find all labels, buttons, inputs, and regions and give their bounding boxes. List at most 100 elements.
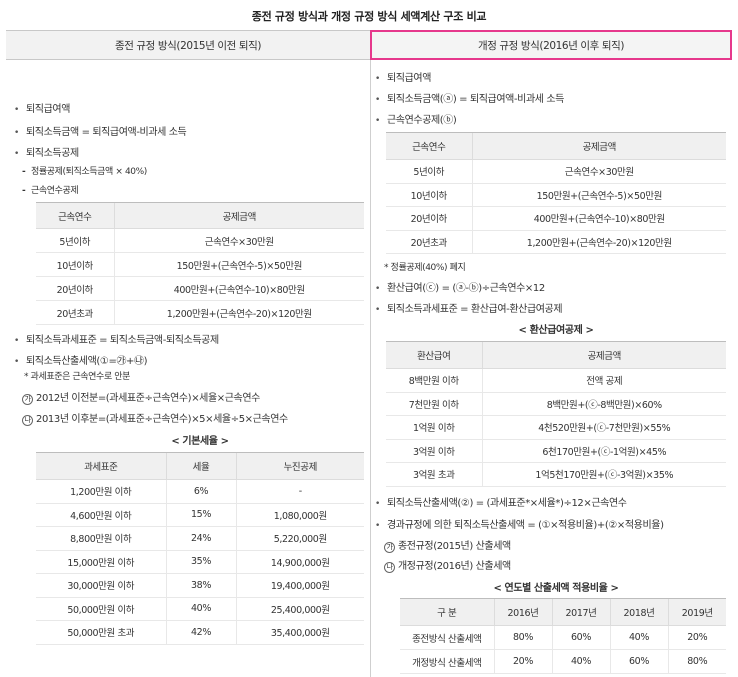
- legacy-item-post-2013: 나 2013년 이후분=(과세표준÷근속연수)×5×세율÷5×근속연수: [22, 410, 288, 426]
- table-row: 8,800만원 이하 24% 5,220,000원: [36, 526, 364, 551]
- table-row: 7천만원 이하 8백만원+(ⓒ-8백만원)×60%: [386, 392, 726, 416]
- table-header: 2018년: [609, 598, 668, 626]
- table-cell: 40%: [165, 597, 236, 621]
- table-header: 공제금액: [481, 341, 726, 369]
- table-row: 개정방식 산출세액 20% 40% 60% 80%: [400, 649, 726, 674]
- table-header: 2016년: [493, 598, 552, 626]
- table-row: 30,000만원 이하 38% 19,400,000원: [36, 573, 364, 598]
- table-cell: 25,400,000원: [235, 597, 364, 621]
- table-cell: 15%: [165, 503, 236, 527]
- table-cell: 19,400,000원: [235, 573, 364, 598]
- circled-na-mark: 나: [384, 562, 395, 573]
- table-cell: 80%: [667, 649, 726, 674]
- table-cell: 40%: [609, 625, 668, 650]
- table-cell: 1,200만원 이하: [36, 479, 166, 504]
- table-cell: 1,200만원+(근속연수-20)×120만원: [113, 300, 364, 325]
- table-cell: 5년이하: [36, 228, 114, 253]
- legacy-item-tax-base: 퇴직소득과세표준 = 퇴직소득금액-퇴직소득공제: [14, 331, 219, 346]
- table-cell: 5년이하: [386, 159, 472, 184]
- table-cell: 35%: [165, 550, 236, 574]
- table-cell: 20년이하: [36, 276, 114, 301]
- table-cell: 6%: [165, 479, 236, 504]
- revised-column-header: 개정 규정 방식(2016년 이후 퇴직): [370, 30, 732, 60]
- table-row: 종전방식 산출세액 80% 60% 40% 20%: [400, 625, 726, 650]
- table-cell: 30,000만원 이하: [36, 573, 166, 598]
- revised-item-service-deduction: 근속연수공제(ⓑ): [375, 111, 457, 126]
- table-row: 5년이하 근속연수×30만원: [386, 159, 726, 184]
- table-cell: 20년이하: [386, 206, 472, 231]
- page-title: 종전 규정 방식과 개정 규정 방식 세액계산 구조 비교: [251, 10, 487, 23]
- table-row: 20년이하 400만원+(근속연수-10)×80만원: [36, 276, 364, 301]
- table-cell: 15,000만원 이하: [36, 550, 166, 574]
- table-cell: 1억원 이하: [386, 415, 482, 440]
- converted-deduction-caption: < 환산급여공제 >: [518, 325, 594, 336]
- legacy-column: 종전 규정 방식(2015년 이전 퇴직): [6, 30, 370, 60]
- table-cell: 근속연수×30만원: [471, 159, 726, 184]
- revised-item-calculated-tax: 퇴직소득산출세액(②) = (과세표준*×세율*)÷12×근속연수: [375, 494, 627, 509]
- legacy-pre-2012-text: 2012년 이전분=(과세표준÷근속연수)×세율×근속연수: [36, 393, 260, 404]
- revised-note-flat-rate: * 정률공제(40%) 폐지: [384, 263, 466, 273]
- table-cell: 60%: [551, 625, 610, 650]
- table-cell: -: [235, 479, 364, 504]
- table-row: 20년초과 1,200만원+(근속연수-20)×120만원: [36, 300, 364, 325]
- circled-ga-mark: 가: [384, 542, 395, 553]
- legacy-post-2013-text: 2013년 이후분=(과세표준÷근속연수)×5×세율÷5×근속연수: [36, 414, 288, 425]
- table-cell: 20년초과: [386, 230, 472, 254]
- circled-ga-mark: 가: [22, 394, 33, 405]
- table-header: 2017년: [551, 598, 610, 626]
- table-cell: 종전방식 산출세액: [400, 625, 494, 650]
- revised-item-tax-base: 퇴직소득과세표준 = 환산급여-환산급여공제: [375, 300, 563, 315]
- revised-item-legacy-share: 가 종전규정(2015년) 산출세액: [384, 537, 511, 553]
- table-cell: 20%: [667, 625, 726, 650]
- table-cell: 50,000만원 초과: [36, 620, 166, 645]
- revised-revised-share-text: 개정규정(2016년) 산출세액: [398, 561, 511, 572]
- table-cell: 80%: [493, 625, 552, 650]
- table-cell: 20년초과: [36, 300, 114, 325]
- table-header: 환산급여: [386, 341, 482, 369]
- legacy-item-deduction: 퇴직소득공제: [14, 144, 79, 159]
- table-cell: 35,400,000원: [235, 620, 364, 645]
- revised-column: 개정 규정 방식(2016년 이후 퇴직): [370, 30, 732, 60]
- legacy-item-retirement-income: 퇴직소득금액 = 퇴직급여액-비과세 소득: [14, 123, 187, 138]
- table-cell: 근속연수×30만원: [113, 228, 364, 253]
- table-cell: 전액 공제: [481, 368, 726, 393]
- table-header: 2019년: [667, 598, 726, 626]
- table-cell: 개정방식 산출세액: [400, 649, 494, 674]
- table-cell: 4,600만원 이하: [36, 503, 166, 527]
- table-header: 근속연수: [386, 132, 472, 160]
- legacy-item-service-deduction: 근속연수공제: [22, 183, 79, 196]
- basic-rate-caption: < 기본세율 >: [171, 436, 229, 447]
- revised-item-revised-share: 나 개정규정(2016년) 산출세액: [384, 557, 511, 573]
- table-cell: 4천520만원+(ⓒ-7천만원)×55%: [481, 415, 726, 440]
- legacy-item-flat-rate: 정률공제(퇴직소득금액 × 40%): [22, 164, 147, 177]
- table-cell: 400만원+(근속연수-10)×80만원: [113, 276, 364, 301]
- table-row: 20년초과 1,200만원+(근속연수-20)×120만원: [386, 230, 726, 254]
- table-header: 과세표준: [36, 452, 166, 480]
- revised-item-retirement-income: 퇴직소득금액(ⓐ) = 퇴직급여액-비과세 소득: [375, 90, 564, 105]
- table-cell: 6천170만원+(ⓒ-1억원)×45%: [481, 439, 726, 463]
- circled-na-mark: 나: [22, 415, 33, 426]
- table-cell: 8백만원+(ⓒ-8백만원)×60%: [481, 392, 726, 416]
- table-row: 3억원 초과 1억5천170만원+(ⓒ-3억원)×35%: [386, 462, 726, 487]
- table-cell: 50,000만원 이하: [36, 597, 166, 621]
- revised-service-table: 근속연수 공제금액 5년이하 근속연수×30만원 10년이하 150만원+(근속연수…: [386, 132, 726, 254]
- table-cell: 10년이하: [386, 183, 472, 207]
- table-header: 구 분: [400, 598, 494, 626]
- table-row: 20년이하 400만원+(근속연수-10)×80만원: [386, 206, 726, 231]
- table-cell: 7천만원 이하: [386, 392, 482, 416]
- table-cell: 40%: [551, 649, 610, 674]
- table-header: 공제금액: [113, 202, 364, 229]
- table-header: 공제금액: [471, 132, 726, 160]
- table-row: 4,600만원 이하 15% 1,080,000원: [36, 503, 364, 527]
- revised-item-retirement-pay: 퇴직급여액: [375, 69, 431, 84]
- yearly-ratio-table: 구 분 2016년 2017년 2018년 2019년 종전방식 산출세액 80%…: [400, 598, 726, 674]
- table-row: 5년이하 근속연수×30만원: [36, 228, 364, 253]
- table-cell: 1억5천170만원+(ⓒ-3억원)×35%: [481, 462, 726, 487]
- table-row: 10년이하 150만원+(근속연수-5)×50만원: [36, 252, 364, 277]
- table-cell: 24%: [165, 526, 236, 551]
- table-cell: 8,800만원 이하: [36, 526, 166, 551]
- table-header: 세율: [165, 452, 236, 480]
- table-cell: 5,220,000원: [235, 526, 364, 551]
- table-cell: 8백만원 이하: [386, 368, 482, 393]
- table-cell: 38%: [165, 573, 236, 598]
